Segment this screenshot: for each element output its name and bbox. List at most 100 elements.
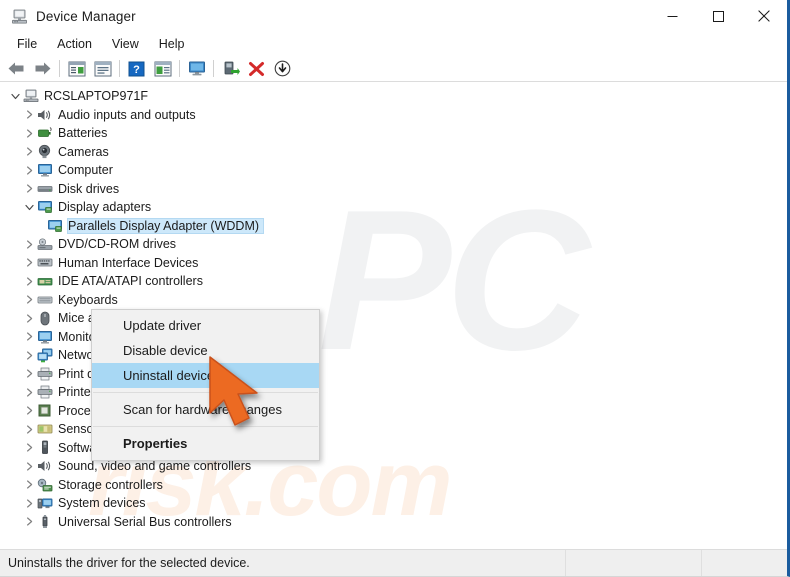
chevron-right-icon[interactable] xyxy=(22,277,36,286)
chevron-right-icon[interactable] xyxy=(22,388,36,397)
sensor-icon xyxy=(36,421,53,437)
tree-item-label: Display adapters xyxy=(58,200,152,215)
tree-item-dvd-cd-rom-drives[interactable]: DVD/CD-ROM drives xyxy=(0,235,787,254)
chevron-right-icon[interactable] xyxy=(22,129,36,138)
tree-item-label: Universal Serial Bus controllers xyxy=(58,514,232,529)
usb-controller-icon xyxy=(36,514,53,530)
tree-item-system-devices[interactable]: System devices xyxy=(0,494,787,513)
toolbar-separator xyxy=(119,60,120,77)
context-menu: Update driver Disable device Uninstall d… xyxy=(91,309,320,461)
chevron-down-icon[interactable] xyxy=(8,92,22,101)
menu-file[interactable]: File xyxy=(8,34,46,54)
tree-item-label: Storage controllers xyxy=(58,477,163,492)
device-manager-icon xyxy=(11,8,28,25)
minimize-button[interactable] xyxy=(649,0,695,32)
chevron-right-icon[interactable] xyxy=(22,462,36,471)
status-bar: Uninstalls the driver for the selected d… xyxy=(0,549,787,576)
chevron-right-icon[interactable] xyxy=(22,240,36,249)
tree-item-display-adapters[interactable]: Display adapters xyxy=(0,198,787,217)
display-adapter-child-icon xyxy=(46,218,63,234)
back-button[interactable] xyxy=(4,58,29,80)
tree-item-batteries[interactable]: Batteries xyxy=(0,124,787,143)
chevron-right-icon[interactable] xyxy=(22,499,36,508)
network-adapter-icon xyxy=(36,347,53,363)
chevron-right-icon[interactable] xyxy=(22,166,36,175)
device-tree-pane[interactable]: PC risk.com RCSLAPTOP971F Audio inputs a… xyxy=(0,83,787,550)
tree-item-root[interactable]: RCSLAPTOP971F xyxy=(0,87,787,106)
tree-item-universal-serial-bus-controllers[interactable]: Universal Serial Bus controllers xyxy=(0,513,787,532)
chevron-right-icon[interactable] xyxy=(22,406,36,415)
speaker-icon xyxy=(36,458,53,474)
disable-device-button[interactable] xyxy=(270,58,295,80)
show-console-tree-button[interactable] xyxy=(64,58,89,80)
monitor-icon xyxy=(36,162,53,178)
uninstall-device-button[interactable] xyxy=(244,58,269,80)
enable-device-button[interactable] xyxy=(218,58,243,80)
context-menu-item-uninstall-device[interactable]: Uninstall device xyxy=(92,363,319,388)
tree-item-parallels-display-adapter[interactable]: Parallels Display Adapter (WDDM) xyxy=(0,217,787,236)
chevron-right-icon[interactable] xyxy=(22,258,36,267)
chevron-right-icon[interactable] xyxy=(22,110,36,119)
context-menu-item-properties[interactable]: Properties xyxy=(92,431,319,456)
toolbar: ? xyxy=(0,56,787,82)
disk-drive-icon xyxy=(36,181,53,197)
chevron-right-icon[interactable] xyxy=(22,480,36,489)
tree-item-computer[interactable]: Computer xyxy=(0,161,787,180)
chevron-right-icon[interactable] xyxy=(22,443,36,452)
scan-hardware-changes-button[interactable] xyxy=(184,58,209,80)
tree-item-storage-controllers[interactable]: Storage controllers xyxy=(0,476,787,495)
keyboard-icon xyxy=(36,292,53,308)
status-pane-3 xyxy=(701,549,787,576)
menu-view[interactable]: View xyxy=(103,34,148,54)
chevron-right-icon[interactable] xyxy=(22,425,36,434)
chevron-right-icon[interactable] xyxy=(22,517,36,526)
chevron-right-icon[interactable] xyxy=(22,314,36,323)
update-driver-button[interactable] xyxy=(150,58,175,80)
chevron-right-icon[interactable] xyxy=(22,369,36,378)
context-menu-item-disable-device[interactable]: Disable device xyxy=(92,338,319,363)
tree-item-human-interface-devices[interactable]: Human Interface Devices xyxy=(0,254,787,273)
tree-item-keyboards[interactable]: Keyboards xyxy=(0,291,787,310)
tree-item-cameras[interactable]: Cameras xyxy=(0,143,787,162)
software-device-icon xyxy=(36,440,53,456)
camera-icon xyxy=(36,144,53,160)
help-button[interactable]: ? xyxy=(124,58,149,80)
window-title: Device Manager xyxy=(36,8,136,24)
speaker-icon xyxy=(36,107,53,123)
close-button[interactable] xyxy=(741,0,787,32)
title-bar-left: Device Manager xyxy=(0,8,136,25)
menu-action[interactable]: Action xyxy=(48,34,101,54)
tree-item-label: System devices xyxy=(58,496,146,511)
menu-help[interactable]: Help xyxy=(150,34,194,54)
context-menu-item-update-driver[interactable]: Update driver xyxy=(92,313,319,338)
toolbar-separator xyxy=(59,60,60,77)
tree-item-label: IDE ATA/ATAPI controllers xyxy=(58,274,203,289)
battery-icon xyxy=(36,125,53,141)
tree-item-ide-ata-atapi-controllers[interactable]: IDE ATA/ATAPI controllers xyxy=(0,272,787,291)
tree-item-label: Keyboards xyxy=(58,292,118,307)
tree-item-label: Batteries xyxy=(58,126,108,141)
maximize-button[interactable] xyxy=(695,0,741,32)
device-manager-window: Device Manager File Action View Help ? P… xyxy=(0,0,790,577)
chevron-right-icon[interactable] xyxy=(22,147,36,156)
status-pane-2 xyxy=(565,549,701,576)
tree-item-label: Cameras xyxy=(58,144,109,159)
chevron-right-icon[interactable] xyxy=(22,295,36,304)
tree-item-disk-drives[interactable]: Disk drives xyxy=(0,180,787,199)
storage-controller-icon xyxy=(36,477,53,493)
properties-button[interactable] xyxy=(90,58,115,80)
chevron-right-icon[interactable] xyxy=(22,351,36,360)
context-menu-separator xyxy=(93,426,318,427)
tree-item-label: Audio inputs and outputs xyxy=(58,107,196,122)
chevron-right-icon[interactable] xyxy=(22,332,36,341)
chevron-right-icon[interactable] xyxy=(22,184,36,193)
display-adapter-icon xyxy=(36,199,53,215)
forward-button[interactable] xyxy=(30,58,55,80)
chevron-down-icon[interactable] xyxy=(22,203,36,212)
toolbar-separator xyxy=(213,60,214,77)
computer-root-icon xyxy=(22,88,39,104)
context-menu-item-scan-for-hardware-changes[interactable]: Scan for hardware changes xyxy=(92,397,319,422)
tree-item-audio-inputs-and-outputs[interactable]: Audio inputs and outputs xyxy=(0,106,787,125)
svg-text:?: ? xyxy=(133,64,140,76)
menu-bar: File Action View Help xyxy=(0,32,787,56)
